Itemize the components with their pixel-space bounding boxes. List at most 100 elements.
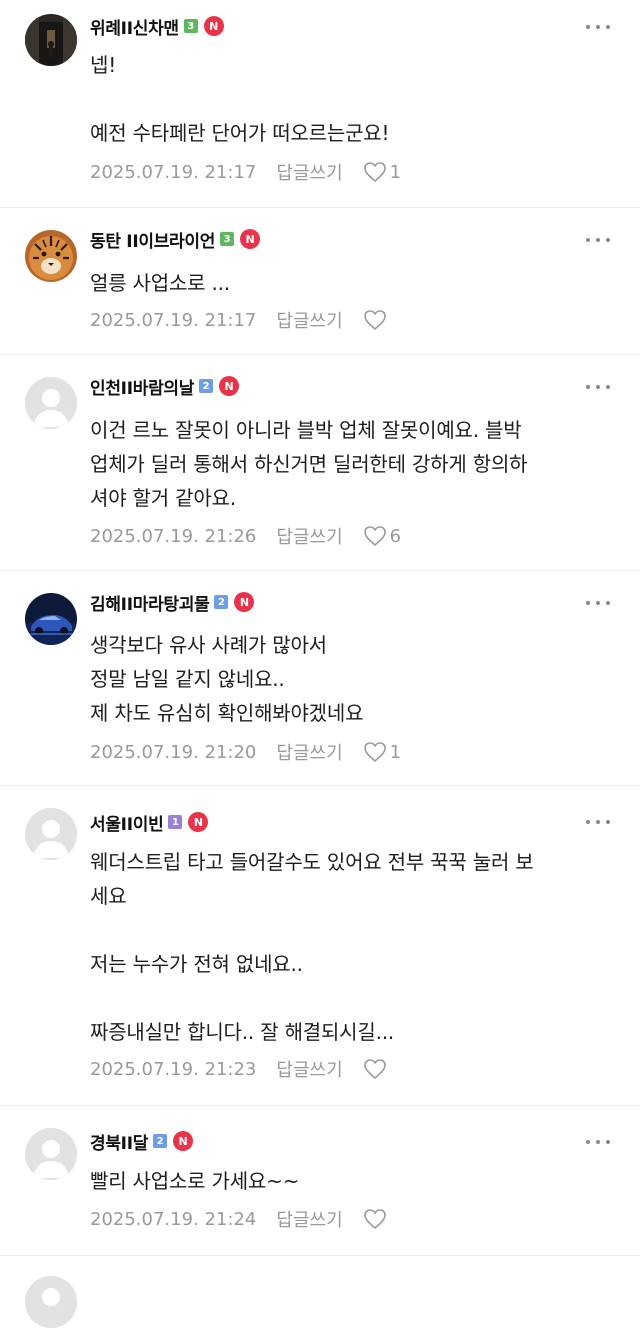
more-options-button[interactable] [586, 1132, 610, 1152]
comment-line: 저는 누수가 전혀 없네요.. [90, 952, 303, 976]
dot-icon [586, 820, 590, 824]
reply-button[interactable]: 답글쓰기 [276, 307, 342, 333]
comment-line: 빨리 사업소로 가세요~~ [90, 1169, 300, 1193]
like-button[interactable] [363, 1208, 390, 1230]
more-options-button[interactable] [586, 17, 610, 37]
dot-icon [606, 601, 610, 605]
nickname[interactable]: 경북II달 [90, 1129, 148, 1154]
comment-line: 예전 수타페란 단어가 떠오르는군요! [90, 121, 390, 145]
heart-icon [363, 526, 386, 546]
avatar[interactable] [25, 377, 77, 429]
nickname[interactable]: 서울II이빈 [90, 810, 164, 835]
timestamp: 2025.07.19. 21:17 [90, 161, 257, 183]
level-badge: 3 [183, 19, 198, 33]
comment-line: 셔야 할거 같아요. [90, 486, 236, 510]
comment-header: 위례II신차맨 3 N [90, 13, 224, 39]
reply-button[interactable]: 답글쓰기 [276, 523, 342, 549]
default-person-icon [25, 377, 77, 429]
dot-icon [596, 25, 600, 29]
nickname[interactable]: 위례II신차맨 [90, 14, 179, 39]
comment-text: 얼릉 사업소로 ... [90, 266, 614, 300]
dot-icon [606, 238, 610, 242]
comment-text: 웨더스트립 타고 들어갈수도 있어요 전부 꾹꾹 눌러 보 세요 저는 누수가 … [90, 845, 614, 1049]
avatar[interactable] [25, 230, 77, 282]
heart-icon [363, 1209, 386, 1229]
dot-icon [596, 1140, 600, 1144]
comment-meta: 2025.07.19. 21:24 답글쓰기 [90, 1206, 390, 1232]
comment-text: 생각보다 유사 사례가 많아서 정말 남일 같지 않네요.. 제 차도 유심히 … [90, 628, 614, 730]
comment-header: 인천II바람의날 2 N [90, 373, 240, 399]
default-person-icon [25, 1276, 77, 1328]
dot-icon [596, 601, 600, 605]
dot-icon [586, 238, 590, 242]
dot-icon [606, 1140, 610, 1144]
like-button[interactable] [363, 309, 390, 331]
more-options-button[interactable] [586, 593, 610, 613]
comment-meta: 2025.07.19. 21:26 답글쓰기 6 [90, 523, 401, 549]
heart-icon [363, 310, 386, 330]
reply-button[interactable]: 답글쓰기 [276, 739, 342, 765]
comment-meta: 2025.07.19. 21:17 답글쓰기 [90, 307, 390, 333]
nickname[interactable]: 인천II바람의날 [90, 374, 194, 399]
comment-header: 김해II마라탕괴물 2 N [90, 589, 255, 615]
comment-line: 넵! [90, 53, 117, 77]
more-options-button[interactable] [586, 377, 610, 397]
comment-line: 웨더스트립 타고 들어갈수도 있어요 전부 꾹꾹 눌러 보 [90, 850, 534, 874]
avatar[interactable] [25, 1276, 77, 1328]
like-button[interactable]: 6 [363, 525, 401, 547]
timestamp: 2025.07.19. 21:20 [90, 741, 257, 763]
avatar[interactable] [25, 14, 77, 66]
dot-icon [586, 25, 590, 29]
avatar-car-icon [25, 593, 77, 645]
comment-line [90, 913, 614, 947]
more-options-button[interactable] [586, 230, 610, 250]
reply-button[interactable]: 답글쓰기 [276, 1206, 342, 1232]
comment-header: 동탄 II이브라이언 3 N [90, 226, 261, 252]
default-person-icon [25, 1128, 77, 1180]
level-badge: 2 [153, 1134, 168, 1148]
new-badge: N [173, 1131, 194, 1151]
comment-line: 이건 르노 잘못이 아니라 블박 업체 잘못이예요. 블박 [90, 418, 522, 442]
like-count: 1 [389, 161, 402, 183]
comment-line: 제 차도 유심히 확인해봐야겠네요 [90, 701, 364, 725]
new-badge: N [234, 592, 255, 612]
comment-meta: 2025.07.19. 21:17 답글쓰기 1 [90, 159, 401, 185]
comment-item: 김해II마라탕괴물 2 N 생각보다 유사 사례가 많아서 정말 남일 같지 않… [0, 571, 640, 786]
like-button[interactable]: 1 [363, 161, 401, 183]
default-person-icon [25, 808, 77, 860]
timestamp: 2025.07.19. 21:23 [90, 1058, 257, 1080]
avatar[interactable] [25, 1128, 77, 1180]
like-button[interactable]: 1 [363, 741, 401, 763]
avatar[interactable] [25, 808, 77, 860]
avatar-photo-icon [25, 14, 77, 66]
comment-item-partial [0, 1256, 640, 1328]
reply-button[interactable]: 답글쓰기 [276, 159, 342, 185]
comment-text: 빨리 사업소로 가세요~~ [90, 1164, 614, 1198]
avatar[interactable] [25, 593, 77, 645]
comment-item: 인천II바람의날 2 N 이건 르노 잘못이 아니라 블박 업체 잘못이예요. … [0, 355, 640, 571]
comment-meta: 2025.07.19. 21:23 답글쓰기 [90, 1056, 390, 1082]
nickname[interactable]: 김해II마라탕괴물 [90, 590, 210, 615]
comment-line: 얼릉 사업소로 ... [90, 271, 230, 295]
heart-icon [363, 742, 386, 762]
like-count: 1 [389, 741, 402, 763]
like-button[interactable] [363, 1058, 390, 1080]
new-badge: N [240, 229, 261, 249]
comment-header: 경북II달 2 N [90, 1128, 194, 1154]
more-options-button[interactable] [586, 812, 610, 832]
new-badge: N [188, 812, 209, 832]
dot-icon [606, 820, 610, 824]
comment-text: 이건 르노 잘못이 아니라 블박 업체 잘못이예요. 블박 업체가 딜러 통해서… [90, 413, 614, 515]
heart-icon [363, 1059, 386, 1079]
comment-text: 넵! 예전 수타페란 단어가 떠오르는군요! [90, 48, 614, 150]
new-badge: N [219, 376, 240, 396]
comment-line [90, 981, 614, 1015]
comment-meta: 2025.07.19. 21:20 답글쓰기 1 [90, 739, 401, 765]
nickname[interactable]: 동탄 II이브라이언 [90, 227, 215, 252]
reply-button[interactable]: 답글쓰기 [276, 1056, 342, 1082]
timestamp: 2025.07.19. 21:24 [90, 1208, 257, 1230]
dot-icon [586, 601, 590, 605]
dot-icon [596, 238, 600, 242]
heart-icon [363, 162, 386, 182]
dot-icon [586, 1140, 590, 1144]
